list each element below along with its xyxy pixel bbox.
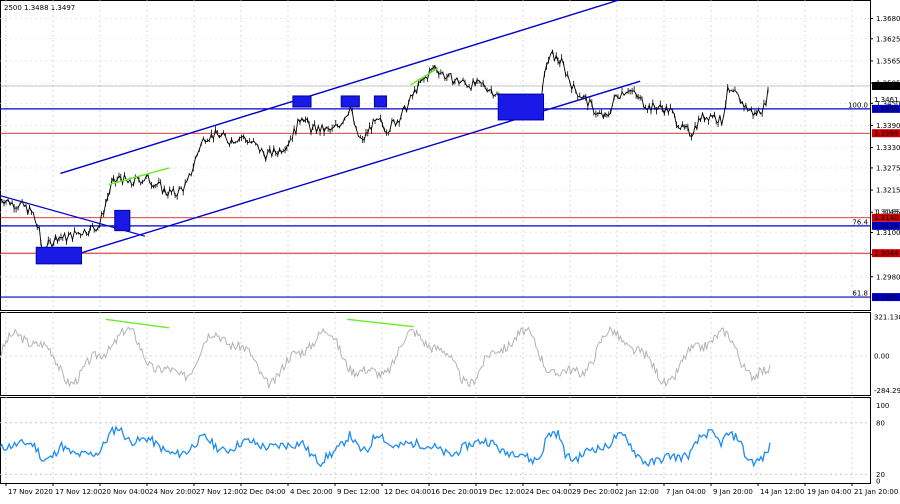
zone-rectangle	[35, 246, 83, 265]
x-tick-label: 17 Nov 12:00	[55, 488, 102, 496]
x-tick-label: 27 Nov 12:00	[196, 488, 243, 496]
x-tick-label: 17 Nov 2020	[8, 488, 53, 496]
x-tick-label: 12 Dec 04:00	[384, 488, 431, 496]
x-tick-label: 2 Jan 12:00	[619, 488, 659, 496]
fib-label: 61.8	[852, 290, 868, 298]
y-tick-label: 1.2980	[876, 273, 900, 281]
x-tick-label: 2 Dec 04:00	[243, 488, 286, 496]
x-tick-label: 24 Dec 04:00	[525, 488, 572, 496]
y-tick-label: 1.3625	[876, 35, 900, 43]
zone-rectangle	[114, 209, 131, 232]
fib-label: 100.0	[848, 101, 868, 109]
zone-rectangle	[340, 95, 360, 108]
y-tick-label: 100	[876, 402, 889, 410]
fib-label: 76.4	[852, 218, 868, 226]
price-label: 1.2925	[874, 294, 899, 302]
x-tick-label: 21 Jan 20:00	[854, 488, 898, 496]
price-label: 1.3435	[874, 105, 899, 113]
price-label: 1.3140	[874, 214, 899, 222]
x-tick-label: 9 Dec 12:00	[337, 488, 380, 496]
y-tick-label: 1.3215	[876, 187, 900, 195]
x-tick-label: 9 Jan 20:00	[713, 488, 753, 496]
price-label: 1.3044	[874, 250, 899, 258]
x-tick-label: 19 Dec 12:00	[478, 488, 525, 496]
chart-svg: 2500 1.3488 1.3497 1.3680 1.3625 1.3565 1.3…	[0, 0, 900, 500]
x-tick-label: 16 Dec 20:00	[431, 488, 478, 496]
x-tick-label: 14 Jan 12:00	[760, 488, 804, 496]
y-tick-label: 321.1386	[874, 313, 900, 321]
chart-root: 2500 1.3488 1.3497 1.3680 1.3625 1.3565 1.3…	[0, 0, 900, 500]
y-tick-label: 1.3565	[876, 57, 900, 65]
zone-rectangle	[292, 95, 312, 108]
x-tick-label: 4 Dec 20:00	[290, 488, 333, 496]
y-tick-label: 1.3330	[876, 144, 900, 152]
y-tick-label: 80	[876, 419, 885, 427]
price-label: 1.3369	[874, 130, 899, 138]
zone-rectangle	[497, 93, 545, 121]
y-tick-label: 0.00	[874, 352, 890, 360]
y-tick-label: 0	[876, 478, 880, 486]
x-tick-label: 24 Nov 20:00	[149, 488, 196, 496]
price-label: 1.3118	[874, 222, 899, 230]
y-tick-label: -284.294	[874, 387, 900, 395]
x-tick-label: 19 Jan 04:00	[807, 488, 851, 496]
y-tick-label: 1.3275	[876, 164, 900, 172]
x-tick-label: 20 Nov 04:00	[102, 488, 149, 496]
zone-rectangle	[373, 95, 388, 108]
x-tick-label: 7 Jan 04:00	[666, 488, 706, 496]
x-tick-label: 29 Dec 20:00	[572, 488, 619, 496]
price-label: 1.3461	[874, 96, 899, 104]
symbol-header: 2500 1.3488 1.3497	[4, 4, 75, 12]
chart-background	[0, 0, 900, 500]
last-price-label: 1.3497	[874, 82, 899, 90]
y-tick-label: 1.3680	[876, 15, 900, 23]
